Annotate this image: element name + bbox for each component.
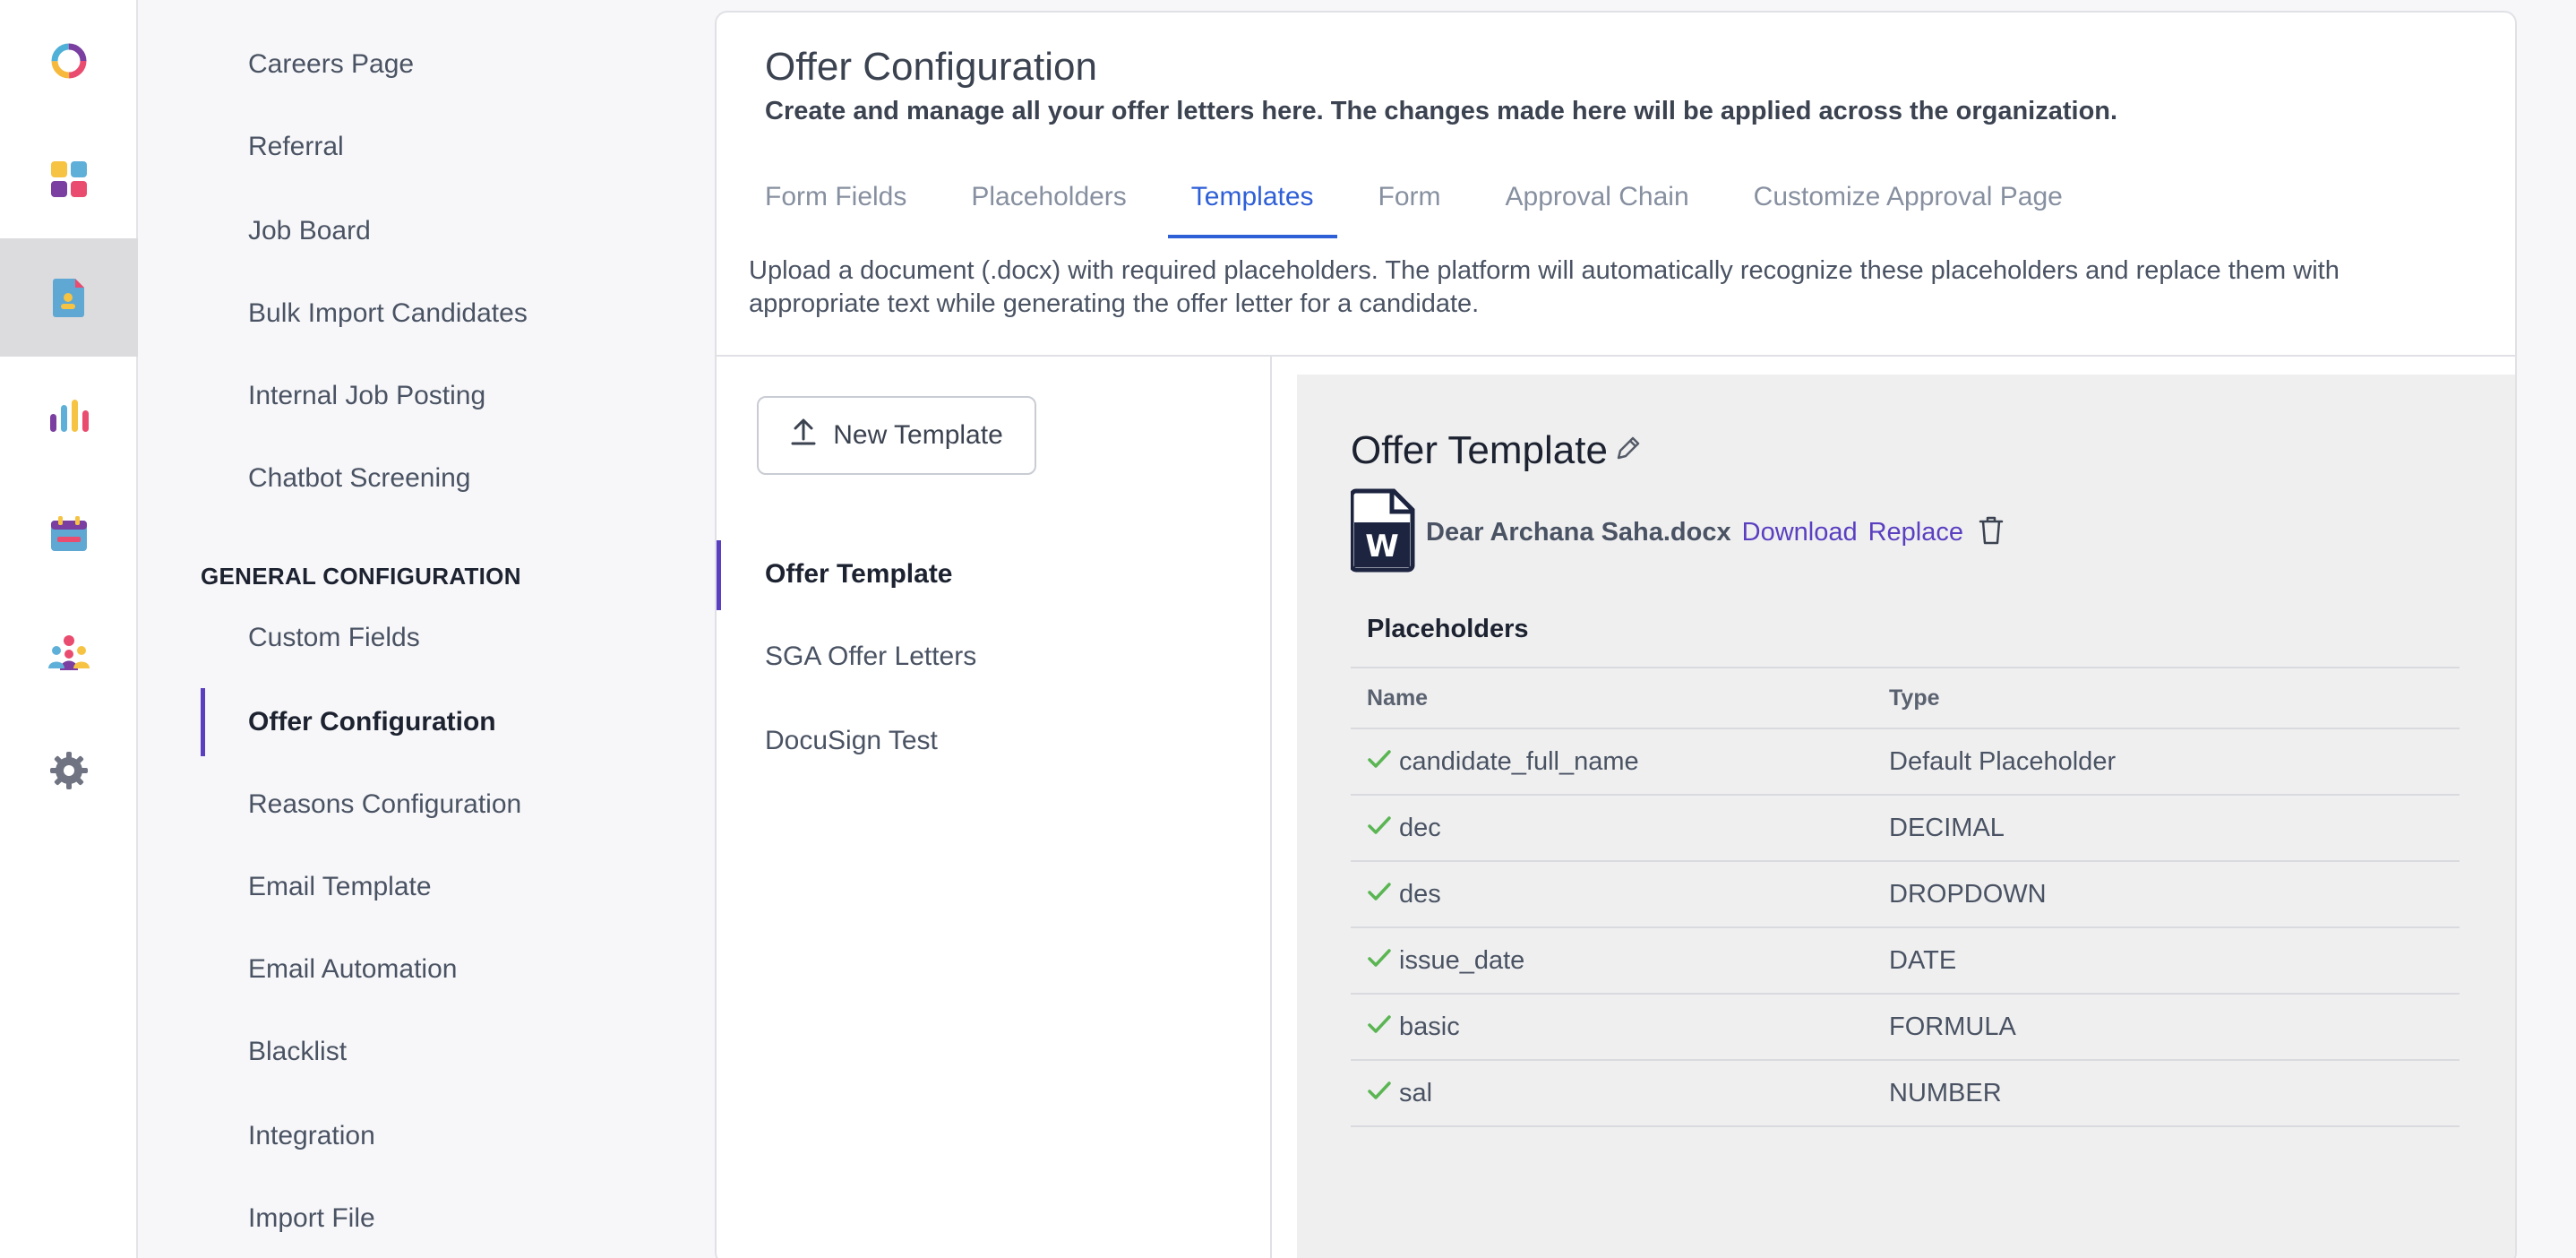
word-file-icon: W: [1349, 488, 1415, 577]
dashboard-icon[interactable]: [0, 120, 138, 238]
document-icon[interactable]: [0, 238, 138, 357]
placeholder-name-cell: des: [1351, 880, 1889, 909]
check-icon: [1367, 946, 1392, 976]
placeholder-name-cell: issue_date: [1351, 946, 1889, 976]
template-item-docusign-test[interactable]: DocuSign Test: [765, 726, 938, 756]
sidebar-item-custom-fields[interactable]: Custom Fields: [248, 620, 420, 656]
template-list: New Template Offer Template SGA Offer Le…: [717, 357, 1272, 1258]
tab-templates[interactable]: Templates: [1167, 170, 1337, 238]
sidebar-section-title: GENERAL CONFIGURATION: [201, 563, 521, 590]
placeholder-name: basic: [1399, 1012, 1460, 1041]
templates-description: Upload a document (.docx) with required …: [749, 256, 2340, 318]
page-title: Offer Configuration: [765, 45, 1097, 89]
placeholder-type: NUMBER: [1889, 1078, 2002, 1107]
placeholder-name: sal: [1399, 1078, 1433, 1107]
tab-placeholders[interactable]: Placeholders: [971, 170, 1126, 238]
new-template-button[interactable]: New Template: [757, 396, 1036, 475]
sidebar-active-indicator: [201, 688, 205, 756]
pencil-icon[interactable]: [1613, 428, 1644, 473]
placeholder-type: DATE: [1889, 945, 1957, 975]
sidebar-item-import-file[interactable]: Import File: [248, 1201, 375, 1236]
page-subtitle: Create and manage all your offer letters…: [765, 97, 2118, 125]
table-row: issue_date DATE: [1351, 928, 2460, 995]
placeholder-name: des: [1399, 879, 1441, 909]
template-title-row: Offer Template: [1351, 428, 1644, 473]
app-rail: [0, 0, 138, 1258]
sidebar-item-chatbot-screening[interactable]: Chatbot Screening: [248, 461, 471, 496]
table-row: des DROPDOWN: [1351, 862, 2460, 928]
sidebar-item-email-template[interactable]: Email Template: [248, 869, 432, 905]
placeholder-type: FORMULA: [1889, 1012, 2016, 1041]
new-template-label: New Template: [833, 420, 1003, 450]
placeholder-type: DECIMAL: [1889, 813, 2005, 842]
placeholder-name: issue_date: [1399, 945, 1525, 975]
download-link[interactable]: Download: [1742, 518, 1858, 547]
placeholders-title: Placeholders: [1367, 615, 1529, 643]
placeholder-name-cell: basic: [1351, 1012, 1889, 1042]
analytics-icon[interactable]: [0, 357, 138, 475]
placeholder-type: Default Placeholder: [1889, 746, 2117, 776]
placeholder-name-cell: sal: [1351, 1079, 1889, 1108]
sidebar-item-integration[interactable]: Integration: [248, 1118, 375, 1154]
check-icon: [1367, 1012, 1392, 1042]
table-row: sal NUMBER: [1351, 1061, 2460, 1127]
column-type-header: Type: [1889, 685, 1940, 711]
placeholder-name-cell: candidate_full_name: [1351, 747, 1889, 777]
sidebar-item-bulk-import-candidates[interactable]: Bulk Import Candidates: [248, 296, 528, 332]
settings-sidebar: Careers Page Referral Job Board Bulk Imp…: [140, 0, 715, 1258]
replace-link[interactable]: Replace: [1868, 518, 1963, 547]
sidebar-item-referral[interactable]: Referral: [248, 129, 344, 165]
tab-form[interactable]: Form: [1378, 170, 1441, 238]
logo-icon[interactable]: [0, 2, 138, 120]
gear-icon[interactable]: [0, 711, 138, 830]
calendar-icon[interactable]: [0, 475, 138, 593]
sidebar-item-offer-configuration[interactable]: Offer Configuration: [248, 704, 496, 740]
tab-customize-approval-page[interactable]: Customize Approval Page: [1754, 170, 2063, 238]
tab-bar: Form Fields Placeholders Templates Form …: [765, 170, 2127, 238]
sidebar-item-email-automation[interactable]: Email Automation: [248, 952, 457, 987]
check-icon: [1367, 747, 1392, 777]
table-row: dec DECIMAL: [1351, 796, 2460, 862]
check-icon: [1367, 880, 1392, 909]
template-item-offer-template[interactable]: Offer Template: [765, 559, 953, 590]
placeholder-name: candidate_full_name: [1399, 746, 1639, 776]
table-row: basic FORMULA: [1351, 995, 2460, 1061]
table-row: candidate_full_name Default Placeholder: [1351, 729, 2460, 796]
check-icon: [1367, 814, 1392, 843]
team-icon[interactable]: [0, 593, 138, 711]
file-name: Dear Archana Saha.docx: [1426, 517, 1731, 547]
file-row: W Dear Archana Saha.docx Download Replac…: [1349, 488, 2005, 573]
tab-approval-chain[interactable]: Approval Chain: [1506, 170, 1689, 238]
placeholders-table: Name Type candidate_full_name Default Pla…: [1351, 667, 2460, 1127]
offer-configuration-panel: Offer Configuration Create and manage al…: [715, 11, 2517, 1258]
upload-icon: [790, 418, 817, 453]
table-body: candidate_full_name Default Placeholder de…: [1351, 729, 2460, 1127]
placeholder-type: DROPDOWN: [1889, 879, 2047, 909]
template-detail: Offer Template W Dear Archana Saha.docx …: [1297, 375, 2515, 1258]
placeholder-name-cell: dec: [1351, 814, 1889, 843]
sidebar-item-blacklist[interactable]: Blacklist: [248, 1034, 347, 1070]
table-header: Name Type: [1351, 667, 2460, 729]
template-active-indicator: [717, 540, 721, 610]
sidebar-item-internal-job-posting[interactable]: Internal Job Posting: [248, 378, 485, 414]
template-item-sga-offer-letters[interactable]: SGA Offer Letters: [765, 642, 976, 672]
sidebar-item-careers-page[interactable]: Careers Page: [248, 47, 414, 82]
column-name-header: Name: [1367, 685, 1429, 711]
template-title: Offer Template: [1351, 428, 1608, 472]
sidebar-item-job-board[interactable]: Job Board: [248, 213, 371, 249]
check-icon: [1367, 1079, 1392, 1108]
svg-text:W: W: [1365, 529, 1399, 564]
trash-icon[interactable]: [1978, 515, 2005, 550]
tab-form-fields[interactable]: Form Fields: [765, 170, 906, 238]
placeholder-name: dec: [1399, 813, 1441, 842]
sidebar-item-reasons-configuration[interactable]: Reasons Configuration: [248, 787, 521, 823]
